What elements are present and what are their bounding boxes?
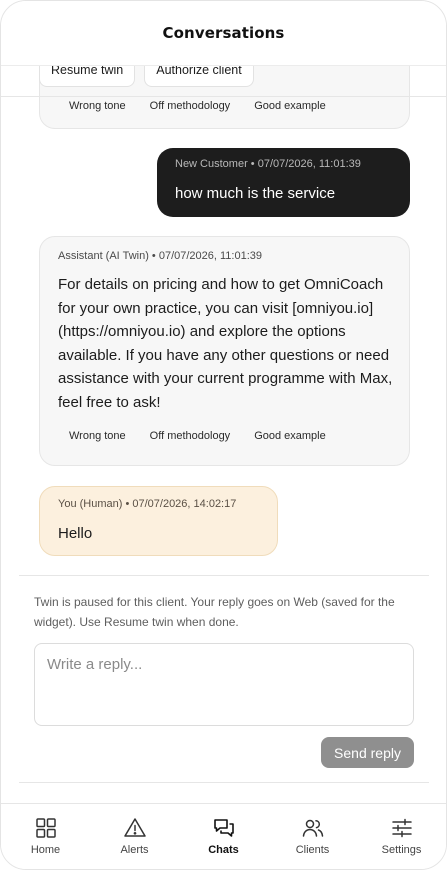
- chat-thread[interactable]: Wrong tone Off methodology Good example …: [1, 66, 446, 576]
- message-meta: You (Human) • 07/07/2026, 14:02:17: [58, 498, 237, 510]
- wrong-tone-button[interactable]: Wrong tone: [69, 430, 126, 442]
- nav-item-clients[interactable]: Clients: [268, 804, 357, 869]
- customer-message: New Customer • 07/07/2026, 11:01:39 how …: [157, 148, 410, 217]
- message-text: For details on pricing and how to get Om…: [58, 276, 393, 411]
- human-message: You (Human) • 07/07/2026, 14:02:17 Hello: [39, 486, 278, 556]
- twin-paused-notice: Twin is paused for this client. Your rep…: [34, 595, 395, 629]
- app-frame: Conversations Resume twin Authorize clie…: [0, 0, 447, 870]
- nav-label: Settings: [381, 844, 422, 856]
- actions-divider: [1, 96, 446, 97]
- good-example-button[interactable]: Good example: [254, 100, 326, 112]
- nav-item-chats[interactable]: Chats: [179, 804, 268, 869]
- home-grid-icon: [35, 818, 56, 838]
- feedback-row: Wrong tone Off methodology Good example: [69, 430, 326, 442]
- top-header: Conversations: [1, 1, 446, 66]
- reply-input[interactable]: [34, 643, 414, 726]
- nav-item-home[interactable]: Home: [1, 804, 90, 869]
- message-meta: New Customer • 07/07/2026, 11:01:39: [175, 158, 361, 170]
- good-example-button[interactable]: Good example: [254, 430, 326, 442]
- page-title: Conversations: [162, 24, 285, 42]
- nav-item-alerts[interactable]: Alerts: [90, 804, 179, 869]
- nav-label: Chats: [208, 844, 239, 856]
- wrong-tone-button[interactable]: Wrong tone: [69, 100, 126, 112]
- nav-label: Clients: [295, 844, 330, 856]
- sliders-icon: [391, 818, 412, 838]
- message-text: Hello: [58, 525, 93, 542]
- message-text: how much is the service: [175, 185, 336, 202]
- alert-triangle-icon: [123, 818, 146, 837]
- feedback-row: Wrong tone Off methodology Good example: [69, 100, 326, 112]
- reply-composer: Twin is paused for this client. Your rep…: [19, 575, 429, 783]
- nav-item-settings[interactable]: Settings: [357, 804, 446, 869]
- message-meta: Assistant (AI Twin) • 07/07/2026, 11:01:…: [58, 250, 263, 262]
- assistant-message: Assistant (AI Twin) • 07/07/2026, 11:01:…: [39, 236, 410, 466]
- off-methodology-button[interactable]: Off methodology: [150, 430, 231, 442]
- bottom-nav: Home Alerts Chats Clients Settings: [1, 803, 446, 869]
- chat-bubbles-icon: [213, 819, 234, 837]
- send-reply-button[interactable]: Send reply: [321, 737, 414, 768]
- nav-label: Home: [30, 844, 61, 856]
- off-methodology-button[interactable]: Off methodology: [150, 100, 231, 112]
- users-icon: [302, 819, 323, 837]
- nav-label: Alerts: [120, 844, 149, 856]
